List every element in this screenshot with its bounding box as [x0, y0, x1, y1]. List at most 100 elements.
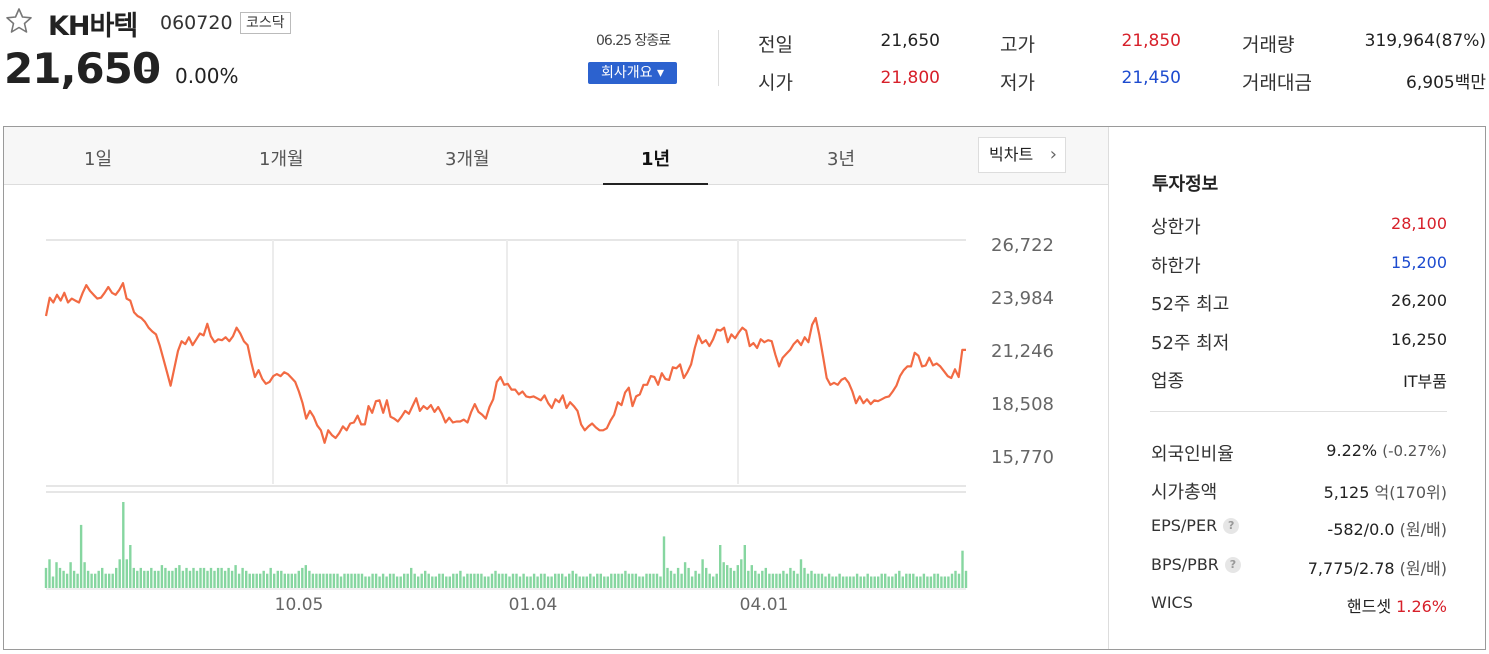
volume-bar — [483, 576, 487, 588]
volume-bar — [652, 573, 655, 588]
volume-bar — [504, 573, 508, 588]
volume-bar — [115, 567, 118, 588]
y-tick-label: 15,770 — [991, 447, 1054, 468]
52week-low-value: 16,250 — [1391, 330, 1447, 349]
x-tick-label: 10.05 — [275, 595, 324, 615]
volume-bar — [297, 570, 300, 588]
trade-amount-label: 거래대금 — [1242, 72, 1312, 94]
volume-bar — [915, 576, 918, 588]
volume-bar — [424, 570, 427, 588]
price-chart[interactable]: 26,722 23,984 21,246 18,508 15,770 10.05 01.0… — [0, 0, 1108, 654]
volume-bar — [206, 570, 209, 588]
help-icon[interactable]: ? — [1223, 518, 1240, 534]
volume-bar — [687, 567, 690, 588]
volume-bar — [79, 524, 83, 588]
volume-bar — [202, 567, 206, 588]
volume-bar — [181, 570, 185, 588]
volume-bar — [659, 576, 662, 588]
volume-bar — [557, 573, 560, 588]
volume-bar — [599, 573, 602, 588]
volume-bar — [961, 550, 964, 588]
volume-bar — [589, 573, 592, 588]
help-icon[interactable]: ? — [1224, 557, 1241, 573]
volume-bar — [318, 573, 322, 588]
volume-bar — [406, 573, 409, 588]
volume-bar — [757, 573, 760, 588]
y-tick-label: 26,722 — [991, 235, 1054, 256]
volume-bar — [153, 570, 157, 588]
volume-bar — [764, 567, 767, 588]
volume-bar — [195, 570, 199, 588]
volume-bar — [655, 573, 659, 588]
volume-bar — [104, 573, 107, 588]
volume-bar — [174, 567, 178, 588]
volume-bar — [901, 576, 904, 588]
volume-bar — [420, 573, 423, 588]
volume-bar — [705, 567, 708, 588]
volume-bar — [810, 570, 813, 588]
volume-bar — [950, 573, 954, 588]
volume-bar — [350, 573, 353, 588]
volume-bar — [276, 570, 279, 588]
volume-bar — [122, 502, 125, 588]
high-value: 21,850 — [1121, 31, 1181, 51]
volume-bar — [223, 570, 227, 588]
bps-pbr-label: BPS/PBR? — [1151, 555, 1241, 574]
y-tick-label: 21,246 — [991, 341, 1054, 362]
volume-bar — [150, 567, 153, 588]
volume-bar — [838, 573, 841, 588]
volume-bar — [827, 573, 831, 588]
volume-bar — [768, 573, 771, 588]
volume-bar — [848, 576, 852, 588]
volume-bar — [58, 567, 62, 588]
volume-bar — [139, 567, 142, 588]
volume-bar — [638, 576, 641, 588]
x-tick-label: 04.01 — [740, 595, 789, 615]
volume-bar — [248, 573, 251, 588]
volume-bar — [603, 576, 606, 588]
volume-bar — [859, 576, 862, 588]
volume-bar — [631, 573, 634, 588]
volume-bar — [796, 573, 799, 588]
volume-bar — [596, 573, 599, 588]
volume-bar — [371, 573, 374, 588]
volume-bar — [192, 567, 195, 588]
volume-bar — [199, 567, 202, 588]
volume-bar — [266, 573, 269, 588]
volume-bar — [255, 573, 258, 588]
volume-bar — [245, 570, 248, 588]
volume-bar — [311, 573, 315, 588]
volume-bar — [462, 576, 466, 588]
volume-bar — [143, 570, 146, 588]
volume-bar — [508, 576, 511, 588]
volume-bar — [863, 576, 866, 588]
volume-bar — [824, 576, 827, 588]
volume-bar — [290, 573, 293, 588]
volume-bar — [834, 576, 838, 588]
volume-bar — [476, 573, 480, 588]
volume-bar — [947, 576, 950, 588]
volume-bar — [403, 573, 406, 588]
volume-bar — [269, 567, 272, 588]
volume-bar — [606, 576, 609, 588]
volume-bar — [294, 573, 297, 588]
volume-bar — [785, 573, 789, 588]
volume-bar — [431, 576, 434, 588]
market-cap-label: 시가총액 — [1151, 482, 1218, 503]
volume-bar — [94, 573, 97, 588]
y-tick-label: 18,508 — [991, 394, 1054, 415]
volume-bar — [44, 567, 48, 588]
volume-bar — [943, 576, 947, 588]
volume-bar — [188, 570, 192, 588]
volume-bar — [884, 573, 887, 588]
industry-value: IT부품 — [1403, 372, 1447, 391]
market-cap-value: 5,125 억(170위) — [1323, 483, 1447, 502]
volume-bar — [578, 576, 581, 588]
volume-bar — [852, 576, 855, 588]
volume-bar — [564, 576, 567, 588]
volume-bar — [575, 573, 578, 588]
volume-bar — [230, 570, 234, 588]
volume-bar — [817, 573, 820, 588]
volume-bar — [582, 576, 585, 588]
volume-bar — [922, 573, 926, 588]
